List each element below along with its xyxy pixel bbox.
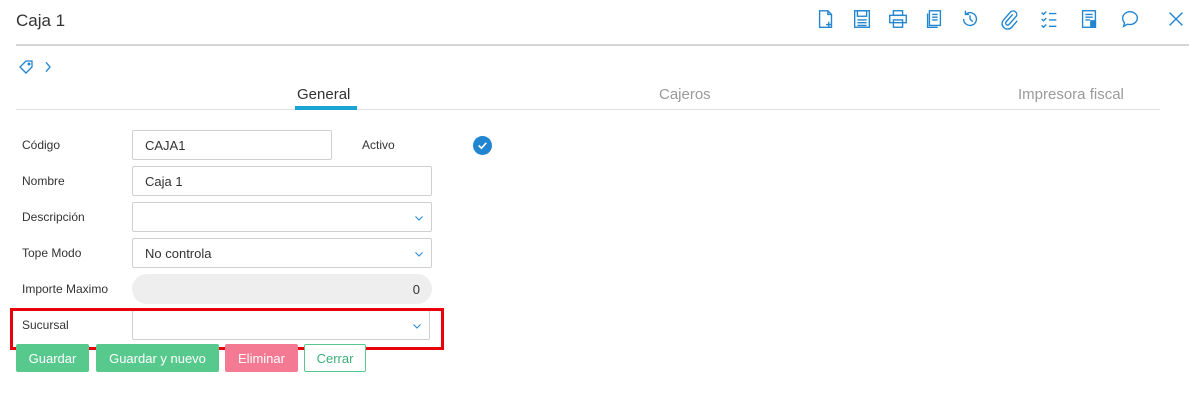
codigo-label: Código <box>22 138 61 152</box>
save-icon[interactable] <box>850 6 874 32</box>
descripcion-label: Descripción <box>22 210 85 224</box>
activo-label: Activo <box>362 138 395 152</box>
print-icon[interactable] <box>886 6 910 32</box>
check-icon <box>478 142 487 150</box>
tab-bar: General Cajeros Impresora fiscal <box>16 84 1160 110</box>
close-icon[interactable] <box>1164 6 1188 32</box>
toolbar <box>0 6 1190 34</box>
tab-impresora-fiscal[interactable]: Impresora fiscal <box>1018 86 1124 103</box>
cerrar-button[interactable]: Cerrar <box>304 344 366 372</box>
active-tab-indicator <box>295 106 357 110</box>
checklist-icon[interactable] <box>1037 6 1061 32</box>
history-icon[interactable] <box>958 6 982 32</box>
importe-maximo-field: 0 <box>132 274 432 304</box>
tab-general[interactable]: General <box>297 86 350 103</box>
tope-modo-value: No controla <box>145 245 212 261</box>
guardar-y-nuevo-button[interactable]: Guardar y nuevo <box>96 344 219 372</box>
new-document-icon[interactable] <box>814 6 838 32</box>
codigo-field[interactable]: CAJA1 <box>132 130 332 160</box>
copy-icon[interactable] <box>922 6 946 32</box>
codigo-value: CAJA1 <box>145 137 186 153</box>
attachment-icon[interactable] <box>997 6 1021 32</box>
chevron-down-icon <box>415 216 423 221</box>
tope-modo-select[interactable]: No controla <box>132 238 432 268</box>
nombre-value: Caja 1 <box>145 173 183 189</box>
chevron-right-icon[interactable] <box>40 59 56 80</box>
tag-icon[interactable] <box>18 59 34 80</box>
title-divider <box>16 44 1189 46</box>
guardar-button[interactable]: Guardar <box>16 344 89 372</box>
importe-maximo-label: Importe Maximo <box>22 282 109 296</box>
nombre-field[interactable]: Caja 1 <box>132 166 432 196</box>
tab-cajeros[interactable]: Cajeros <box>659 86 711 103</box>
notes-icon[interactable] <box>1077 6 1101 32</box>
chevron-down-icon <box>415 252 423 257</box>
tope-modo-label: Tope Modo <box>22 246 82 260</box>
eliminar-button[interactable]: Eliminar <box>225 344 298 372</box>
importe-maximo-value: 0 <box>412 281 420 297</box>
activo-checkbox[interactable] <box>473 136 492 155</box>
tags-row <box>18 59 56 80</box>
nombre-label: Nombre <box>22 174 65 188</box>
descripcion-select[interactable] <box>132 202 432 232</box>
comment-icon[interactable] <box>1118 6 1142 32</box>
